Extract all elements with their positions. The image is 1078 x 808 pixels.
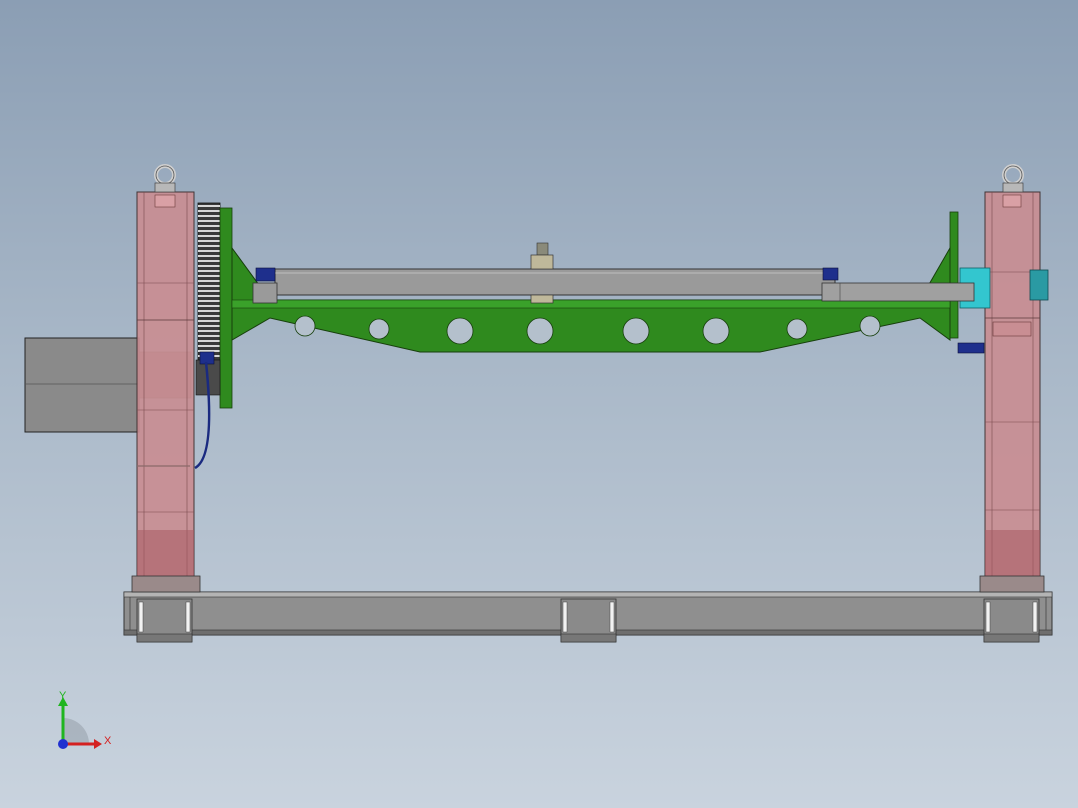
gear-tooth	[198, 240, 220, 242]
base-foot-left	[136, 598, 193, 643]
gear-tooth	[198, 330, 220, 332]
gear-tooth	[198, 235, 220, 237]
lifting-eye-left	[154, 164, 176, 193]
gear-tooth	[198, 265, 220, 267]
gear-tooth	[198, 290, 220, 292]
base-foot-middle	[560, 598, 617, 643]
coordinate-triad: Y X	[58, 690, 112, 749]
gear-tooth	[198, 320, 220, 322]
gear-tooth	[198, 300, 220, 302]
gear-tooth	[198, 305, 220, 307]
triad-x-label: X	[104, 735, 112, 747]
gear-tooth	[198, 230, 220, 232]
gear-tooth	[198, 245, 220, 247]
gear-tooth	[198, 220, 220, 222]
gear-tooth	[198, 285, 220, 287]
slewing-gear	[195, 202, 233, 409]
clamp-beam[interactable]	[252, 242, 975, 304]
gear-tooth	[198, 325, 220, 327]
gear-tooth	[198, 225, 220, 227]
lifting-eye-right	[1002, 164, 1024, 193]
gear-tooth	[198, 295, 220, 297]
gear-tooth	[198, 210, 220, 212]
cad-model-canvas[interactable]: Y X	[0, 0, 1078, 808]
base-foot-right	[983, 598, 1040, 643]
gear-tooth	[198, 310, 220, 312]
gear-tooth	[198, 270, 220, 272]
gear-tooth	[198, 255, 220, 257]
cad-viewport[interactable]: Y X	[0, 0, 1078, 808]
right-tailstock[interactable]	[979, 191, 1045, 593]
gear-tooth	[198, 340, 220, 342]
gear-tooth	[198, 280, 220, 282]
gear-tooth	[198, 260, 220, 262]
gear-tooth	[198, 345, 220, 347]
clamp-block-right	[822, 267, 839, 281]
triad-y-label: Y	[59, 690, 67, 702]
left-headstock[interactable]	[131, 191, 201, 593]
base-rail[interactable]	[123, 591, 1053, 643]
gear-tooth	[198, 335, 220, 337]
gear-tooth	[198, 215, 220, 217]
gear-tooth	[198, 250, 220, 252]
gear-tooth	[198, 315, 220, 317]
gear-tooth	[198, 205, 220, 207]
clamp-block-left	[255, 267, 276, 282]
gear-tooth	[198, 275, 220, 277]
